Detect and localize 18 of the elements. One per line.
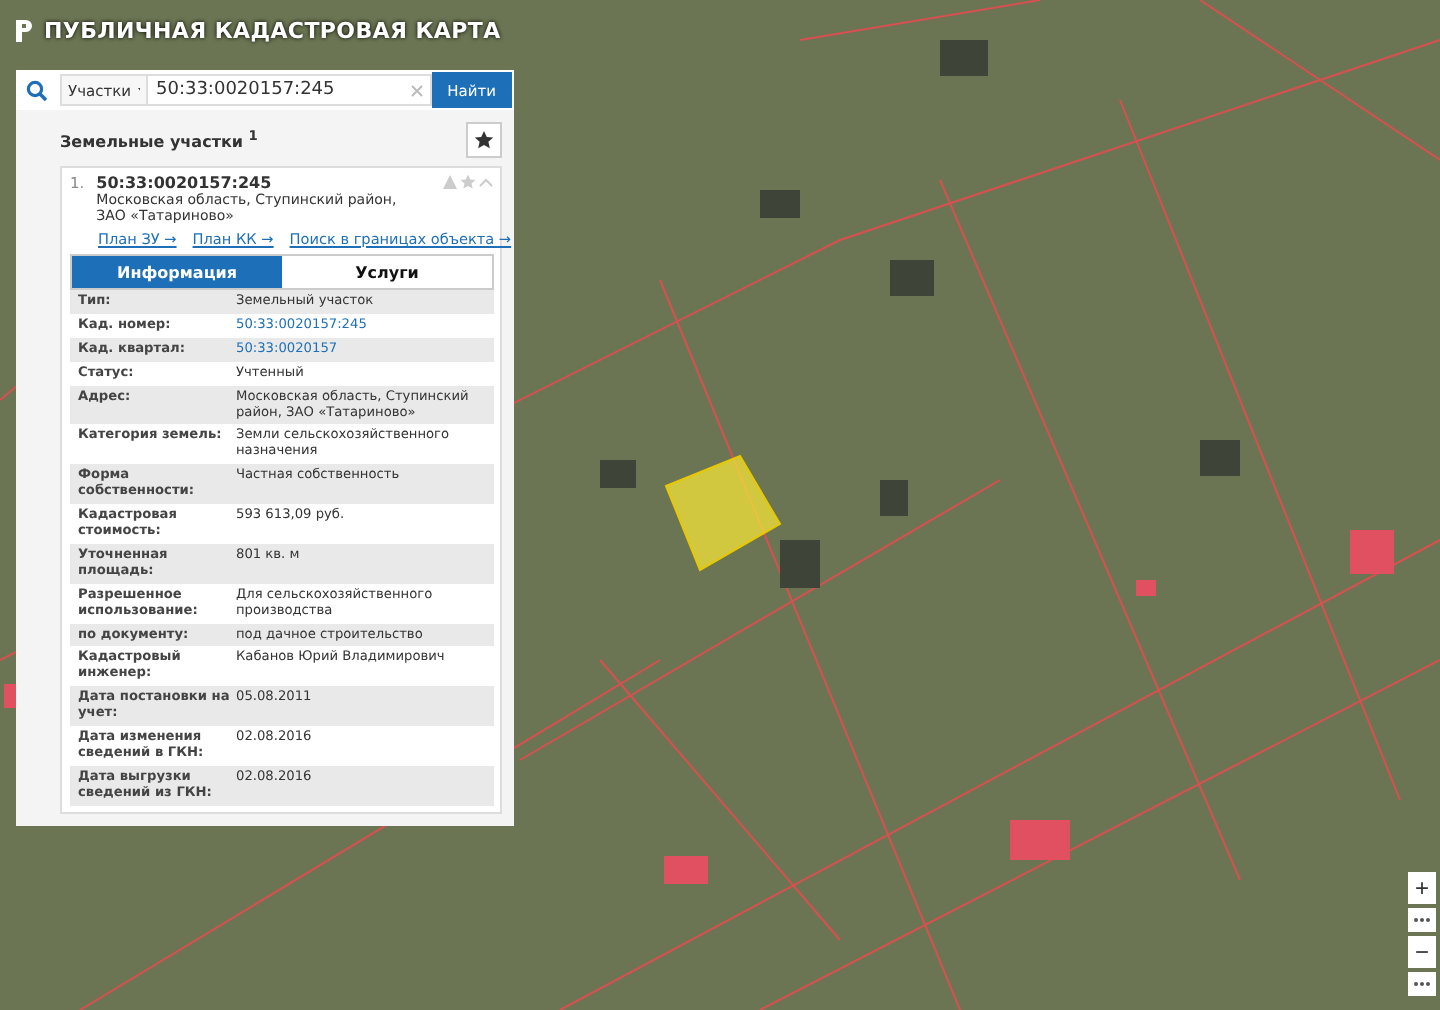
favorites-button[interactable]: [466, 122, 502, 158]
selected-parcel[interactable]: [664, 454, 782, 572]
star-icon: [474, 130, 494, 150]
warning-icon[interactable]: [442, 174, 458, 190]
collapse-icon[interactable]: [478, 174, 494, 190]
search-field[interactable]: 50:33:0020157:245: [148, 74, 432, 106]
star-icon[interactable]: [460, 174, 476, 190]
dots-icon[interactable]: [1408, 908, 1436, 932]
dots-icon[interactable]: [1408, 972, 1436, 996]
cadastral-number: 50:33:0020157:245: [96, 174, 274, 192]
tab[interactable]: Информация: [72, 256, 282, 288]
results-title: Земельные участки $^{1}$: [60, 128, 258, 152]
search-icon[interactable]: [25, 79, 47, 101]
logo-icon: [16, 20, 32, 42]
clear-icon[interactable]: [409, 83, 424, 97]
zoom-out-button[interactable]: −: [1408, 936, 1436, 968]
app-title: ПУБЛИЧНАЯ КАДАСТРОВАЯ КАРТА: [44, 18, 501, 44]
zoom-in-button[interactable]: +: [1408, 872, 1436, 904]
